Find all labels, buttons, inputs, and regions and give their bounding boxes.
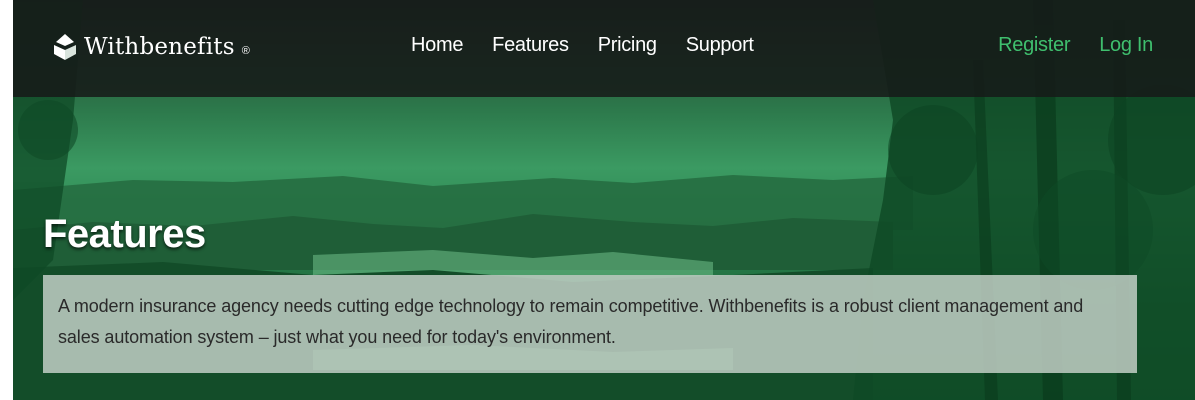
nav-features-link[interactable]: Features [492, 34, 569, 57]
auth-links: Register Log In [998, 34, 1153, 57]
stacked-leaves-logo-icon [54, 34, 76, 60]
intro-text: A modern insurance agency needs cutting … [58, 296, 1084, 347]
brand-logo[interactable]: Withbenefits ® [50, 30, 250, 64]
nav-support-link[interactable]: Support [686, 34, 754, 57]
page-title: Features [43, 212, 206, 256]
main-nav: Home Features Pricing Support [411, 34, 754, 57]
registered-mark: ® [241, 45, 250, 57]
top-navigation-bar: Withbenefits ® Home Features Pricing Sup… [13, 0, 1195, 97]
register-link[interactable]: Register [998, 34, 1070, 57]
intro-panel: A modern insurance agency needs cutting … [43, 275, 1137, 373]
nav-home-link[interactable]: Home [411, 34, 463, 57]
login-link[interactable]: Log In [1099, 34, 1153, 57]
nav-pricing-link[interactable]: Pricing [598, 34, 657, 57]
brand-name: Withbenefits [84, 34, 235, 60]
hero-banner: Withbenefits ® Home Features Pricing Sup… [13, 0, 1195, 400]
